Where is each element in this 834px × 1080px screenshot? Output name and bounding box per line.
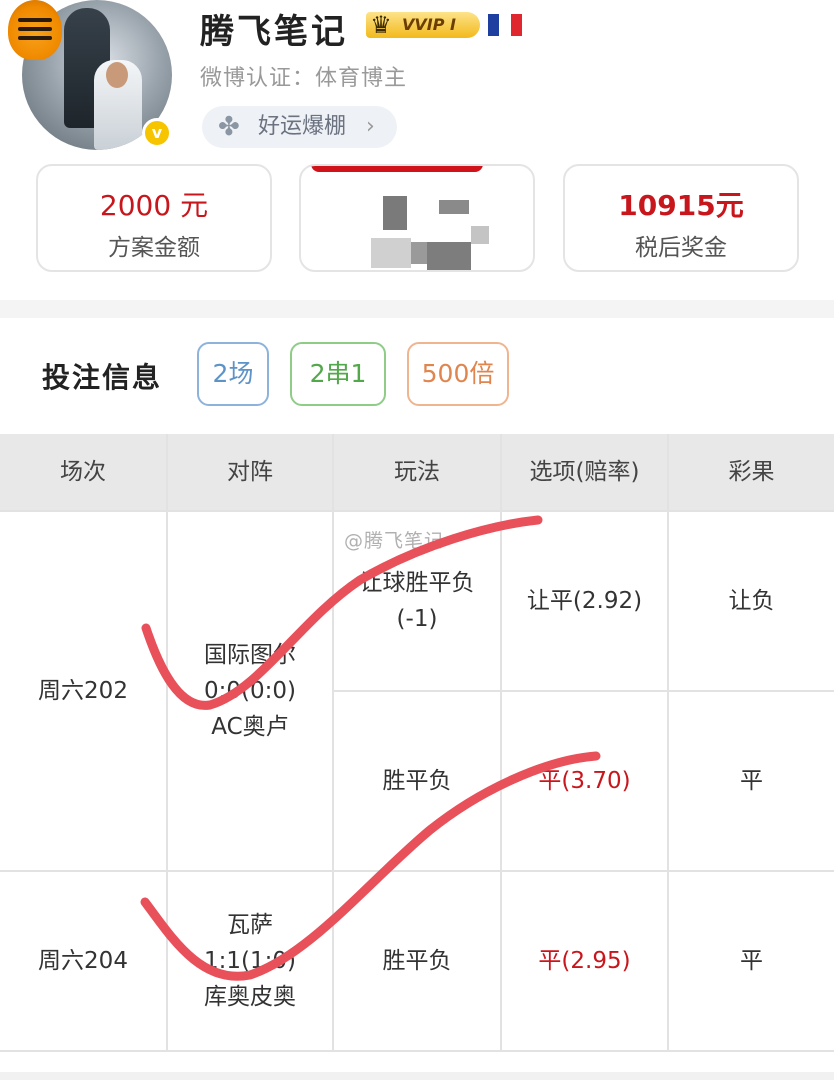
away-team: AC奥卢 bbox=[211, 714, 289, 740]
certification-text: 微博认证：体育博主 bbox=[200, 66, 408, 91]
plan-amount-label: 方案金额 bbox=[108, 235, 200, 261]
flag-stripe-blue bbox=[488, 14, 500, 36]
grid-line bbox=[0, 1050, 834, 1052]
bottom-divider bbox=[0, 1072, 834, 1080]
result-cell: 平 bbox=[669, 872, 834, 1050]
result-cell: 让负 bbox=[669, 512, 834, 690]
home-team: 瓦萨 bbox=[227, 912, 273, 938]
obscured-card bbox=[299, 164, 535, 272]
header-option-odds: 选项(赔率) bbox=[502, 434, 667, 510]
grid-line bbox=[500, 434, 502, 1052]
tag-parlay-type: 2串1 bbox=[290, 342, 386, 406]
option-odds-cell: 平(2.95) bbox=[502, 872, 667, 1050]
tag-multiplier: 500倍 bbox=[407, 342, 509, 406]
teams-cell: 国际图尔 0:0(0:0) AC奥卢 bbox=[168, 512, 332, 870]
vip-label: VVIP Ⅰ bbox=[402, 15, 456, 34]
flag-stripe-red bbox=[510, 14, 522, 36]
result-cell: 平 bbox=[669, 692, 834, 870]
section-divider bbox=[0, 300, 834, 318]
header-teams: 对阵 bbox=[168, 434, 332, 510]
handicap-label: (-1) bbox=[396, 606, 438, 632]
crown-icon: ♛ bbox=[370, 11, 392, 39]
plan-amount-card: 2000 元 方案金额 bbox=[36, 164, 272, 272]
grid-line bbox=[0, 870, 834, 872]
luck-label: 好运爆棚 bbox=[258, 114, 347, 139]
option-odds-cell: 平(3.70) bbox=[502, 692, 667, 870]
home-team: 国际图尔 bbox=[204, 642, 296, 668]
away-team: 库奥皮奥 bbox=[204, 984, 296, 1010]
grid-line bbox=[667, 434, 669, 1052]
mosaic-block bbox=[471, 226, 489, 244]
grid-line bbox=[332, 434, 334, 1052]
obscured-card-accent bbox=[311, 166, 483, 172]
verified-badge-icon: v bbox=[142, 118, 172, 148]
header-result: 彩果 bbox=[669, 434, 834, 510]
play-type-cell: 胜平负 bbox=[334, 872, 500, 1050]
teams-cell: 瓦萨 1:1(1:0) 库奥皮奥 bbox=[168, 872, 332, 1050]
vip-badge[interactable]: ♛ VVIP Ⅰ bbox=[366, 11, 480, 39]
mosaic-block bbox=[427, 242, 471, 270]
france-flag-icon bbox=[488, 14, 522, 36]
header-match-id: 场次 bbox=[0, 434, 166, 510]
mosaic-block bbox=[439, 200, 469, 214]
option-odds-cell: 让平(2.92) bbox=[502, 512, 667, 690]
tiger-pendant-icon bbox=[8, 0, 62, 60]
mosaic-block bbox=[371, 238, 411, 268]
plan-amount-value: 2000 元 bbox=[99, 189, 209, 222]
avatar-figure-head bbox=[106, 62, 128, 88]
profile-name[interactable]: 腾飞笔记 bbox=[200, 4, 348, 53]
flag-stripe-white bbox=[499, 14, 511, 36]
match-id-cell: 周六204 bbox=[0, 872, 166, 1050]
after-tax-prize-label: 税后奖金 bbox=[635, 235, 727, 261]
header-play-type: 玩法 bbox=[334, 434, 500, 510]
weibo-watermark: @腾飞笔记 bbox=[344, 530, 445, 552]
grid-line bbox=[166, 434, 168, 1052]
after-tax-prize-card: 10915元 税后奖金 bbox=[563, 164, 799, 272]
grid-line bbox=[334, 690, 834, 692]
bet-info-title: 投注信息 bbox=[42, 361, 163, 394]
play-type-cell: 胜平负 bbox=[334, 692, 500, 870]
grid-line bbox=[0, 510, 834, 512]
chevron-right-icon: › bbox=[366, 114, 375, 139]
clover-icon: ✤ bbox=[218, 112, 240, 142]
after-tax-prize-value: 10915元 bbox=[618, 189, 744, 222]
tag-match-count: 2场 bbox=[197, 342, 269, 406]
match-id-cell: 周六202 bbox=[0, 512, 166, 870]
score: 1:1(1:0) bbox=[204, 948, 296, 974]
mosaic-block bbox=[383, 196, 407, 230]
luck-badge-button[interactable]: ✤ 好运爆棚 › bbox=[202, 106, 397, 148]
score: 0:0(0:0) bbox=[204, 678, 296, 704]
play-type-label: 让球胜平负 bbox=[359, 570, 475, 596]
